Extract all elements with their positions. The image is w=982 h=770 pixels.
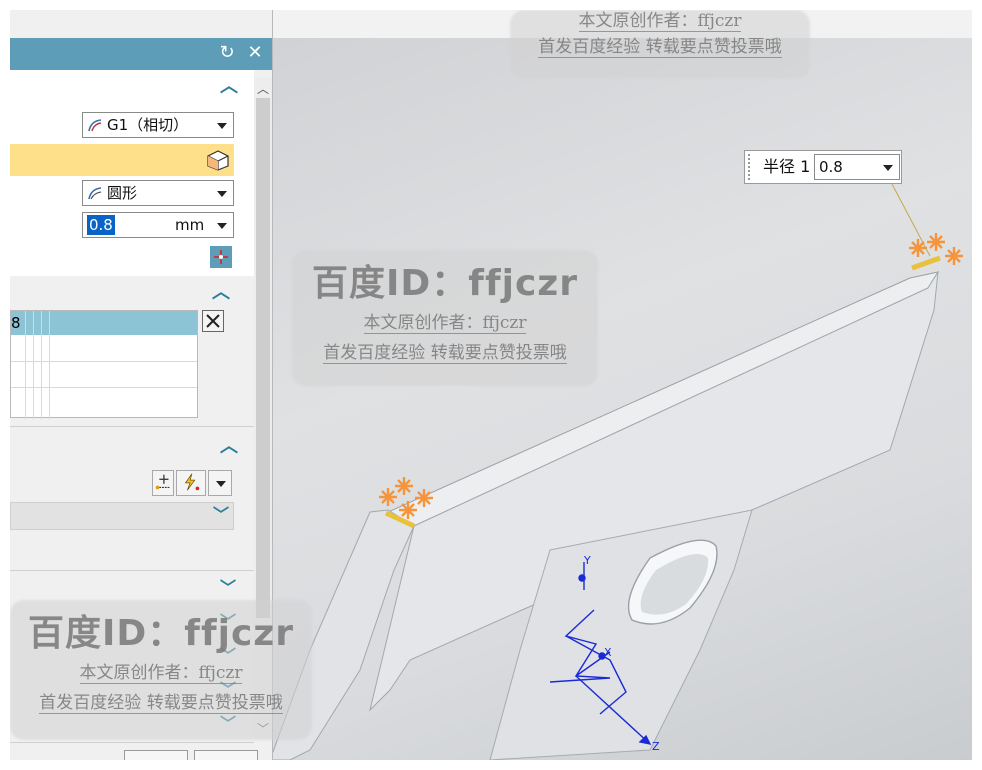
radius-callout: 半径 1 0.8	[744, 150, 902, 184]
close-icon[interactable]: ✕	[244, 42, 266, 64]
watermark-bottom: 百度ID：ffjczr 本文原创作者：ffjczr 首发百度经验 转载要点赞投票…	[28, 613, 294, 714]
callout-radius-combo[interactable]: 0.8	[814, 154, 900, 180]
dropdown-arrow-icon	[216, 481, 226, 487]
callout-grip[interactable]	[748, 154, 754, 180]
watermark-center: 百度ID：ffjczr 本文原创作者：ffjczr 首发百度经验 转载要点赞投票…	[312, 263, 578, 364]
lightning-icon	[184, 473, 200, 491]
section-variable-radius: ︿	[10, 428, 254, 571]
axis-label-x: X	[604, 646, 612, 659]
shape-combo[interactable]: 圆形	[82, 180, 234, 206]
list-item-text: 8	[11, 314, 21, 332]
shape-value: 圆形	[107, 184, 138, 202]
dialog-title-bar: ↻ ✕	[10, 38, 272, 70]
callout-leader	[891, 183, 931, 257]
watermark-top: 本文原创作者：ffjczr 首发百度经验 转载要点赞投票哦	[510, 10, 810, 58]
cube-icon[interactable]	[206, 149, 230, 171]
circle-shape-icon	[88, 187, 102, 200]
list-item[interactable]: 8	[11, 311, 197, 335]
callout-radius-value: 0.8	[819, 158, 843, 176]
tangency-value: G1（相切）	[107, 116, 189, 134]
chevron-down-icon: ﹀	[220, 578, 237, 597]
selected-edge-right	[911, 255, 941, 271]
collapsed-subsection[interactable]: ﹀	[10, 502, 234, 530]
panel-scrollbar-thumb[interactable]	[256, 98, 270, 618]
tangent-curve-icon	[88, 119, 102, 132]
ok-button[interactable]	[124, 750, 188, 760]
application-frame: Y X Z 半径 1 0.8 ↻ ✕ ︿ G1（相切） 圆形 0.8 mm ︿ …	[10, 10, 972, 760]
select-edge-row[interactable]	[10, 144, 234, 176]
chevron-down-icon: ﹀	[213, 505, 230, 524]
dropdown-arrow-icon	[217, 223, 227, 229]
scroll-up-icon[interactable]: ︿	[257, 80, 269, 97]
tangency-combo[interactable]: G1（相切）	[82, 112, 234, 138]
dropdown-arrow-icon	[217, 123, 227, 129]
radius-field[interactable]: 0.8 mm	[82, 212, 234, 238]
radius-value: 0.8	[87, 215, 115, 235]
cancel-button[interactable]	[194, 750, 258, 760]
point-add-icon	[155, 474, 170, 490]
dropdown-arrow-icon	[217, 191, 227, 197]
chevron-up-icon[interactable]: ︿	[212, 284, 230, 302]
refresh-icon[interactable]: ↻	[216, 42, 238, 64]
chevron-up-icon[interactable]: ︿	[220, 438, 238, 456]
axis-label-z: Z	[652, 740, 660, 753]
chevron-up-icon[interactable]: ︿	[220, 78, 238, 96]
point-pick-button[interactable]	[210, 246, 232, 268]
radius-unit: mm	[175, 216, 205, 234]
point-type-button[interactable]	[176, 470, 206, 496]
callout-label: 半径 1	[763, 157, 811, 176]
x-icon	[206, 314, 220, 328]
point-add-icon	[214, 250, 228, 264]
point-type-dropdown[interactable]	[208, 470, 232, 496]
selection-list[interactable]: 8	[10, 310, 198, 419]
dropdown-arrow-icon	[883, 165, 893, 171]
axis-label-y: Y	[584, 554, 591, 567]
add-point-button[interactable]	[152, 470, 174, 496]
remove-button[interactable]	[202, 310, 224, 332]
